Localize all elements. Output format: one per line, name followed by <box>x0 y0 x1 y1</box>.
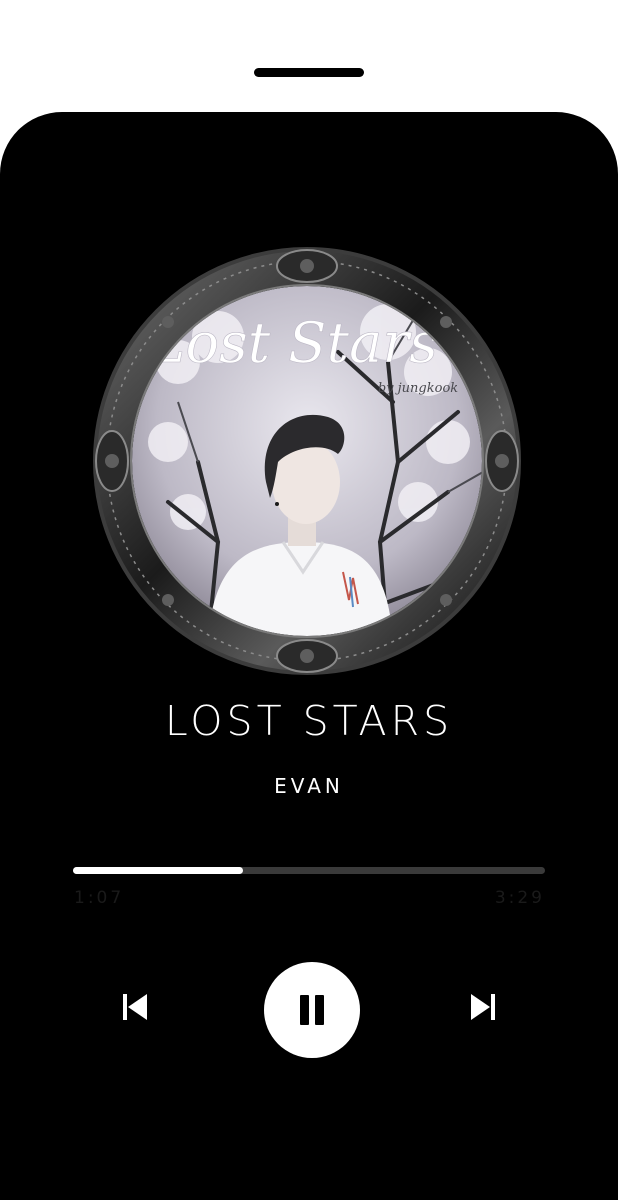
progress-bar[interactable] <box>73 867 545 874</box>
previous-button[interactable] <box>112 990 158 1024</box>
player-screen: Lost Stars by jungkook LOST STARS EVAN 1… <box>0 112 618 1200</box>
pause-button[interactable] <box>264 962 360 1058</box>
pause-icon <box>300 995 324 1025</box>
elapsed-time: 1:07 <box>74 888 125 908</box>
track-title: LOST STARS <box>164 697 454 745</box>
album-art-image: Lost Stars by jungkook <box>93 247 521 675</box>
skip-next-icon <box>471 994 495 1020</box>
track-artist: EVAN <box>274 774 344 798</box>
total-time: 3:29 <box>494 888 545 908</box>
album-art: Lost Stars by jungkook <box>88 242 526 680</box>
art-credit: by jungkook <box>378 381 458 396</box>
next-button[interactable] <box>460 990 506 1024</box>
skip-previous-icon <box>123 994 147 1020</box>
progress-fill <box>73 867 243 874</box>
grab-handle[interactable] <box>254 68 364 77</box>
